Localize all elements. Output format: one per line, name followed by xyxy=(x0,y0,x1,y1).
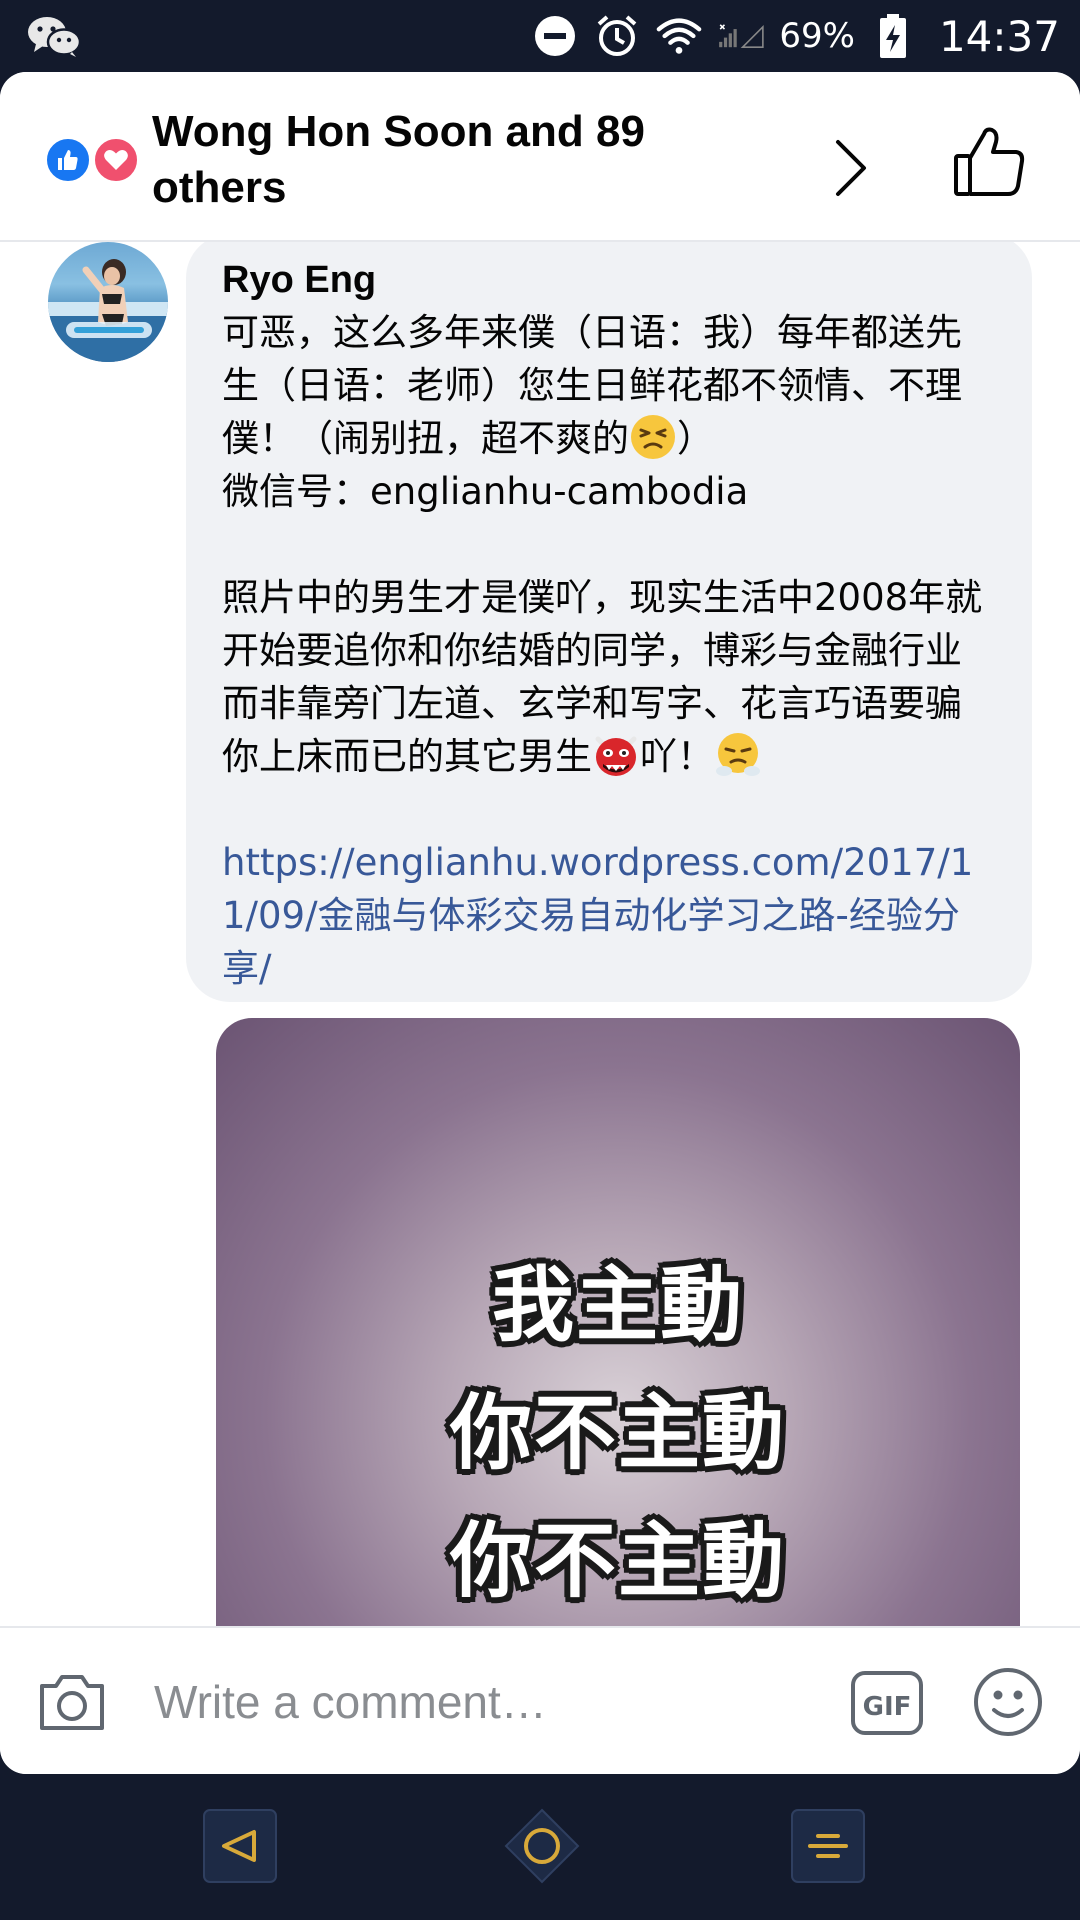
photo-caption-line-2: 你不主動 xyxy=(449,1386,786,1481)
reactions-summary[interactable]: Wong Hon Soon and 89 others xyxy=(152,104,712,216)
signal-icon xyxy=(717,12,765,60)
svg-text:GIF: GIF xyxy=(863,1692,912,1722)
navigation-bar xyxy=(0,1774,1080,1920)
do-not-disturb-icon xyxy=(531,12,579,60)
comments-sheet: Wong Hon Soon and 89 others Ryo Eng 可恶，这… xyxy=(0,72,1080,1774)
sticker-smiley-icon[interactable] xyxy=(972,1666,1044,1738)
photo-caption-line-1: 我主動 xyxy=(491,1258,744,1353)
gif-icon[interactable]: GIF xyxy=(850,1670,924,1736)
comment-text-part1: 可恶，这么多年来僕（日语：我）每年都送先生（日语：老师）您生日鲜花都不领情、不理… xyxy=(222,311,962,460)
like-icon xyxy=(44,136,92,184)
comment-thread: Ryo Eng 可恶，这么多年来僕（日语：我）每年都送先生（日语：老师）您生日鲜… xyxy=(0,242,1080,1628)
comment-link[interactable]: https://englianhu.wordpress.com/2017/11/… xyxy=(222,836,992,995)
battery-percentage: 69% xyxy=(779,16,855,56)
recent-apps-icon[interactable] xyxy=(790,1808,866,1884)
comment-input[interactable] xyxy=(154,1668,814,1736)
clock: 14:37 xyxy=(938,11,1060,61)
chevron-right-icon[interactable] xyxy=(822,134,878,202)
home-icon[interactable] xyxy=(504,1808,580,1884)
alarm-icon xyxy=(593,12,641,60)
ogre-emoji-icon xyxy=(595,736,637,776)
comment-text-part3: 吖！ xyxy=(640,735,714,778)
reactions-header[interactable]: Wong Hon Soon and 89 others xyxy=(0,72,1080,242)
comment-bubble[interactable]: Ryo Eng 可恶，这么多年来僕（日语：我）每年都送先生（日语：老师）您生日鲜… xyxy=(186,242,1032,1002)
like-button-icon[interactable] xyxy=(952,124,1028,200)
photo-caption-line-3: 你不主動 xyxy=(449,1514,786,1609)
face-with-steam-emoji-icon xyxy=(716,733,760,776)
comment-composer: GIF xyxy=(0,1626,1080,1774)
persevering-face-emoji-icon xyxy=(631,415,675,459)
comment-text-part2: ） 微信号：englianhu-cambodia 照片中的男生才是僕吖，现实生活… xyxy=(222,417,983,778)
battery-charging-icon xyxy=(869,12,917,60)
wechat-icon xyxy=(28,17,82,57)
comment-photo[interactable]: 我主動 你不主動 你不主動 xyxy=(216,1018,1020,1628)
love-icon xyxy=(92,136,140,184)
comment-author[interactable]: Ryo Eng xyxy=(222,254,992,306)
back-icon[interactable] xyxy=(202,1808,278,1884)
comment-body: 可恶，这么多年来僕（日语：我）每年都送先生（日语：老师）您生日鲜花都不领情、不理… xyxy=(222,306,992,1101)
reaction-icons xyxy=(44,136,144,188)
status-bar: 69% 14:37 xyxy=(0,0,1080,72)
wifi-icon xyxy=(655,12,703,60)
camera-icon[interactable] xyxy=(36,1670,108,1734)
avatar[interactable] xyxy=(48,242,168,362)
